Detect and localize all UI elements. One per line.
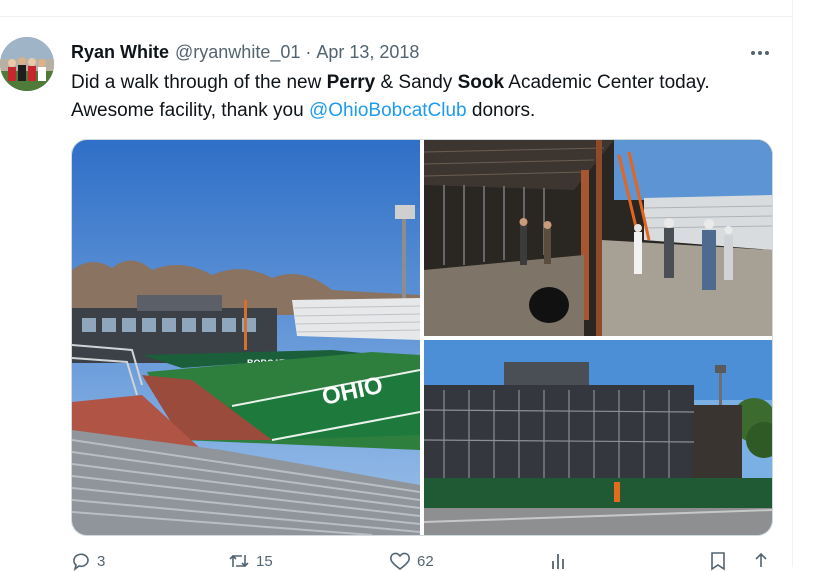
share-button[interactable]: [751, 551, 771, 571]
text-part: Awesome facility, thank you: [71, 100, 309, 121]
mention-link[interactable]: @OhioBobcatClub: [309, 100, 467, 121]
more-icon[interactable]: [748, 41, 772, 65]
text-part: & Sandy: [375, 72, 458, 93]
top-divider: [0, 0, 792, 17]
repost-button[interactable]: 15: [228, 551, 273, 571]
text-part: Did a walk through of the new: [71, 72, 327, 93]
photo-exterior[interactable]: [424, 340, 772, 535]
like-button[interactable]: 62: [389, 551, 434, 571]
author-handle[interactable]: @ryanwhite_01: [175, 42, 300, 63]
tweet-header: Ryan White @ryanwhite_01 · Apr 13, 2018: [71, 40, 419, 64]
text-part: Academic Center today.: [504, 72, 710, 93]
views-button[interactable]: [549, 551, 569, 571]
like-icon: [389, 552, 411, 571]
author-name[interactable]: Ryan White: [71, 42, 169, 63]
separator-dot: ·: [305, 41, 312, 62]
tweet-text: Did a walk through of the new Perry & Sa…: [71, 69, 783, 125]
text-bold: Perry: [326, 72, 376, 93]
action-bar: 3 15 62: [71, 551, 771, 571]
photo-stadium[interactable]: BOBCATS OHIO: [72, 140, 420, 535]
bookmark-button[interactable]: [708, 551, 728, 571]
repost-icon: [229, 554, 249, 568]
photo-interior[interactable]: [424, 140, 772, 336]
reply-button[interactable]: 3: [71, 551, 105, 571]
tweet-date[interactable]: Apr 13, 2018: [316, 42, 419, 63]
avatar[interactable]: [0, 37, 54, 91]
share-icon: [755, 552, 767, 567]
reply-icon: [73, 553, 89, 571]
text-bold: Sook: [457, 72, 505, 93]
column-divider: [792, 0, 793, 567]
text-part: donors.: [466, 100, 536, 121]
views-icon: [552, 554, 564, 569]
media-grid: BOBCATS OHIO: [71, 139, 773, 536]
bookmark-icon: [711, 552, 725, 571]
